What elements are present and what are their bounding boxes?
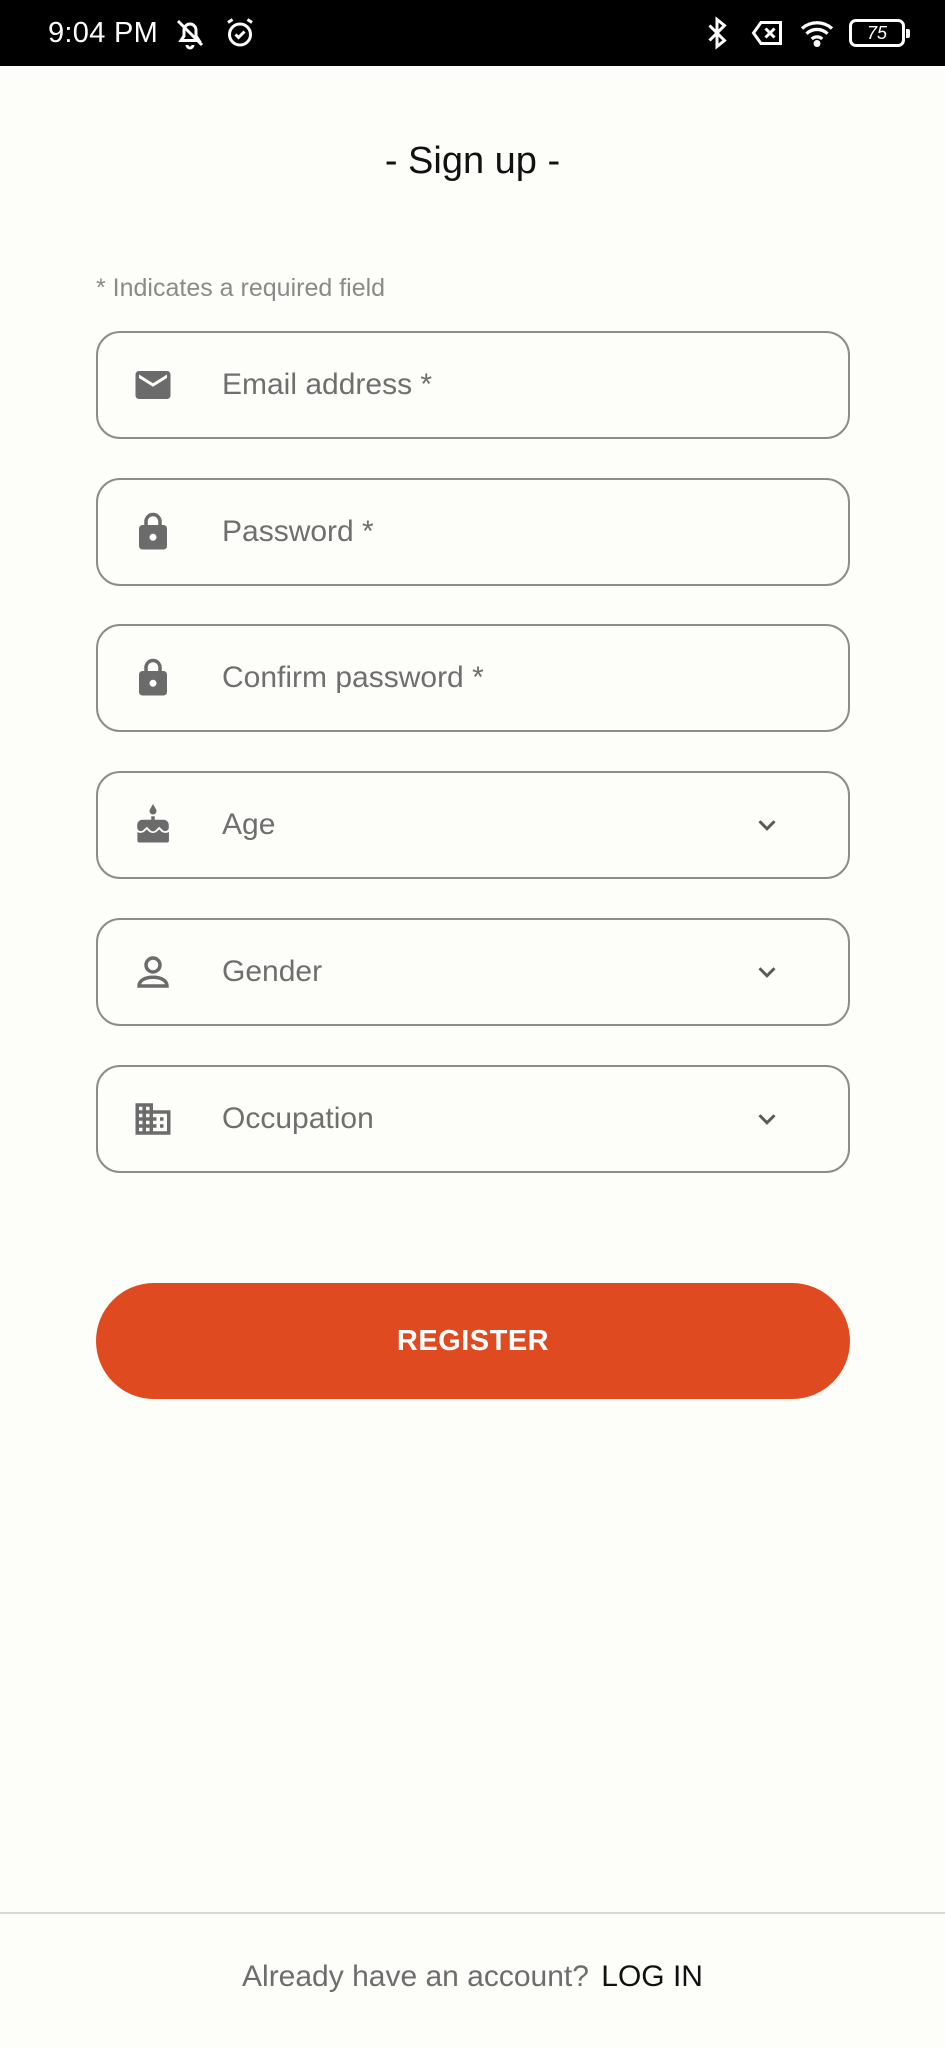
age-select[interactable]: Age bbox=[96, 771, 850, 879]
cake-icon bbox=[132, 804, 174, 846]
bluetooth-icon bbox=[699, 15, 735, 51]
login-prompt: Already have an account? LOG IN bbox=[0, 1960, 945, 1994]
mail-icon bbox=[132, 364, 174, 406]
person-icon bbox=[132, 951, 174, 993]
email-field[interactable]: Email address * bbox=[96, 331, 850, 439]
age-placeholder: Age bbox=[222, 808, 276, 841]
login-link[interactable]: LOG IN bbox=[601, 1960, 703, 1993]
no-sim-icon bbox=[749, 15, 785, 51]
occupation-select[interactable]: Occupation bbox=[96, 1065, 850, 1173]
password-placeholder: Password * bbox=[222, 515, 374, 548]
gender-select[interactable]: Gender bbox=[96, 918, 850, 1026]
vibrate-off-icon bbox=[172, 15, 208, 51]
confirm-password-field[interactable]: Confirm password * bbox=[96, 624, 850, 732]
status-time: 9:04 PM bbox=[48, 16, 159, 49]
page-title: - Sign up - bbox=[384, 140, 561, 182]
login-prompt-text: Already have an account? bbox=[242, 1960, 589, 1993]
register-button[interactable]: REGISTER bbox=[96, 1283, 850, 1399]
chevron-down-icon bbox=[752, 957, 782, 987]
battery-icon: 75 bbox=[849, 19, 910, 47]
occupation-placeholder: Occupation bbox=[222, 1102, 374, 1135]
wifi-icon bbox=[799, 15, 835, 51]
email-placeholder: Email address * bbox=[222, 368, 433, 401]
alarm-icon bbox=[222, 15, 258, 51]
lock-icon bbox=[132, 511, 174, 553]
gender-placeholder: Gender bbox=[222, 955, 323, 988]
footer-divider bbox=[0, 1912, 945, 1914]
battery-level: 75 bbox=[866, 22, 888, 43]
chevron-down-icon bbox=[752, 1104, 782, 1134]
required-field-note: * Indicates a required field bbox=[96, 274, 386, 302]
status-right: 75 bbox=[699, 15, 910, 51]
password-field[interactable]: Password * bbox=[96, 478, 850, 586]
confirm-password-placeholder: Confirm password * bbox=[222, 661, 484, 694]
chevron-down-icon bbox=[752, 810, 782, 840]
status-bar: 9:04 PM 75 bbox=[0, 0, 945, 66]
status-left: 9:04 PM bbox=[48, 15, 258, 51]
building-icon bbox=[132, 1098, 174, 1140]
lock-icon bbox=[132, 657, 174, 699]
